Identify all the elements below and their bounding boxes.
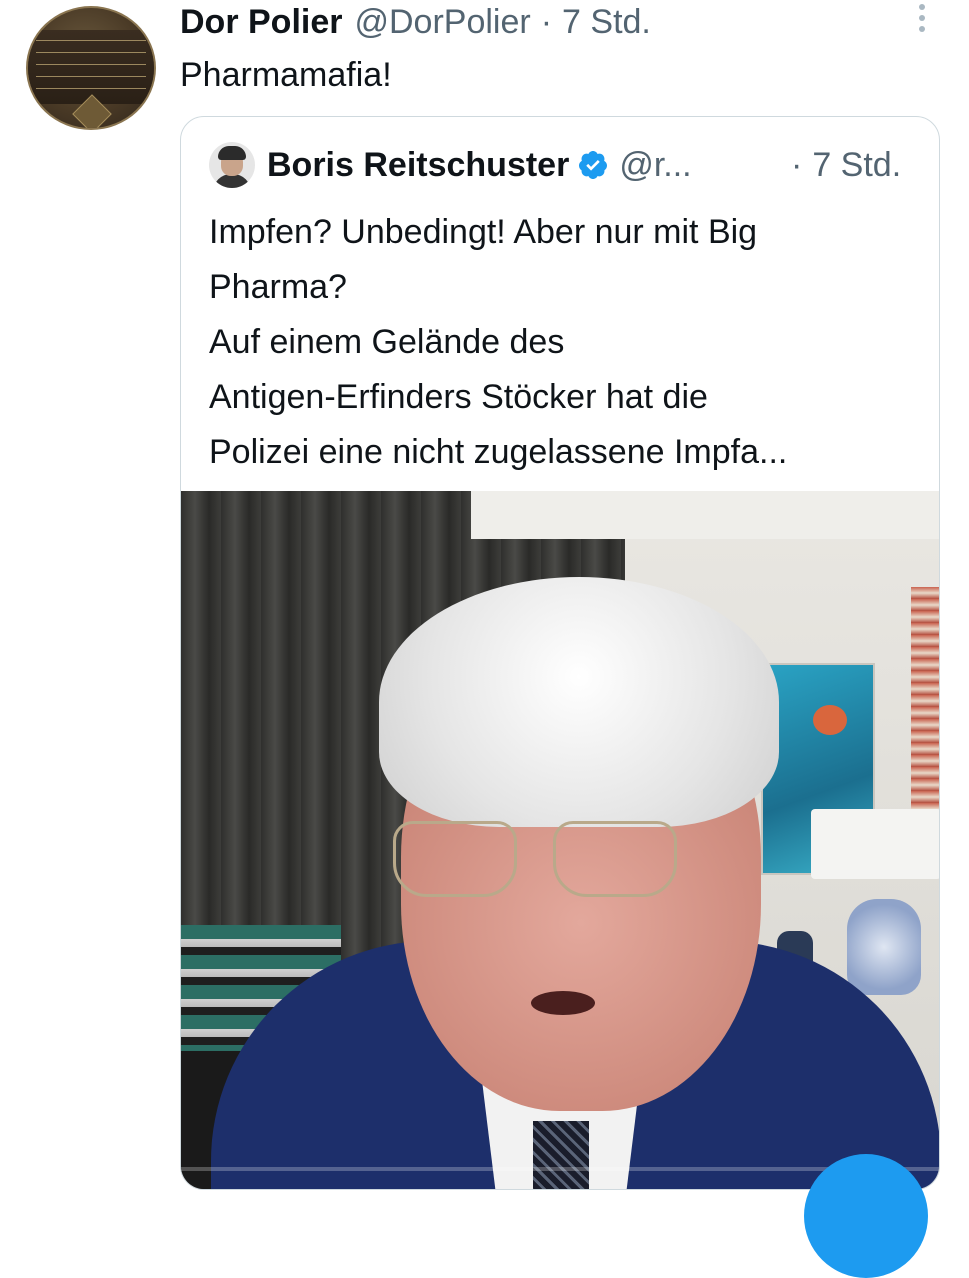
- quoted-time-label: 7 Std.: [812, 145, 902, 184]
- avatar-plaque-image: [28, 30, 154, 104]
- speaker-hair: [379, 577, 779, 827]
- author-name[interactable]: Dor Polier: [180, 3, 342, 42]
- more-vertical-icon[interactable]: [916, 4, 928, 34]
- author-avatar[interactable]: [26, 6, 156, 130]
- quoted-tweet-text: Impfen? Unbedingt! Aber nur mit Big Phar…: [209, 205, 919, 480]
- tweet-header: Dor Polier @DorPolier · 7 Std.: [180, 0, 651, 44]
- tweet-text: Pharmamafia!: [180, 56, 392, 94]
- quoted-author-avatar: [209, 142, 255, 188]
- quoted-tweet-card[interactable]: Boris Reitschuster @r... · 7 Std. Impfen…: [180, 116, 940, 1190]
- quoted-text-line: Antigen-Erfinders Stöcker hat die: [209, 378, 708, 416]
- necktie: [533, 1121, 589, 1189]
- video-thumbnail[interactable]: [181, 491, 939, 1189]
- verified-badge-icon: [579, 151, 608, 179]
- separator-dot: ·: [791, 145, 803, 184]
- ceiling: [471, 491, 939, 539]
- compose-fab-icon[interactable]: [804, 1154, 928, 1278]
- mouth: [531, 991, 595, 1015]
- quoted-tweet-header: Boris Reitschuster @r...: [209, 141, 692, 189]
- quoted-author-name: Boris Reitschuster: [267, 145, 570, 184]
- tweet-timestamp[interactable]: 7 Std.: [562, 3, 651, 42]
- tapestry: [911, 587, 939, 809]
- quoted-text-line: Polizei eine nicht zugelassene Impfa...: [209, 433, 788, 471]
- quoted-text-line: Impfen? Unbedingt! Aber nur mit Big: [209, 213, 758, 251]
- lamp-shade: [811, 809, 939, 879]
- quoted-tweet-timestamp: · 7 Std.: [791, 141, 901, 189]
- quoted-text-line: Pharma?: [209, 268, 347, 306]
- ginger-jar-vase: [847, 899, 921, 995]
- author-handle[interactable]: @DorPolier: [354, 3, 530, 42]
- eyeglasses: [393, 821, 693, 901]
- quoted-text-line: Auf einem Gelände des: [209, 323, 565, 361]
- quoted-author-handle: @r...: [619, 145, 692, 184]
- separator-dot: ·: [540, 2, 553, 41]
